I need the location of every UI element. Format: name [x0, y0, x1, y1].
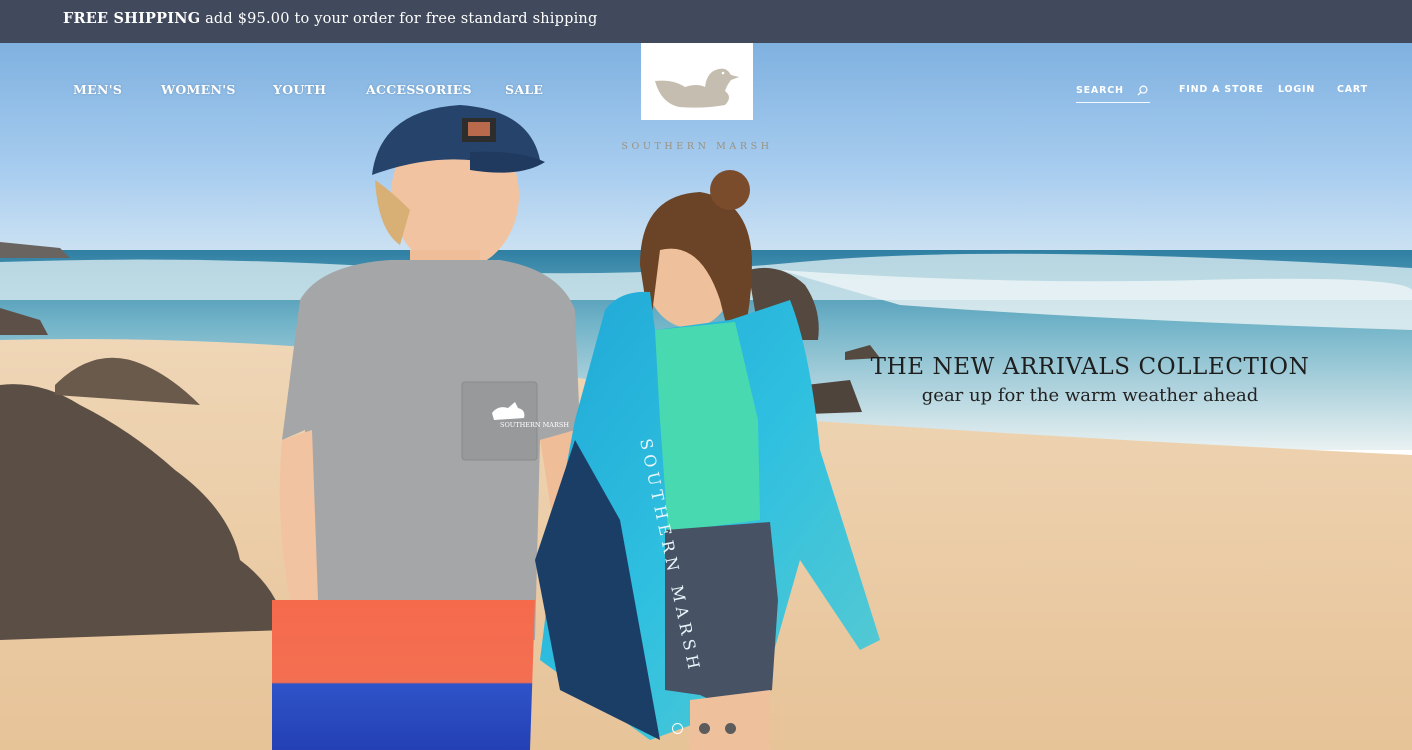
duck-logo-icon [655, 68, 739, 108]
promo-bold: FREE SHIPPING [63, 10, 201, 27]
carousel-dot-1[interactable] [672, 723, 683, 734]
promo-text: FREE SHIPPING add $95.00 to your order f… [63, 10, 597, 27]
nav-youth[interactable]: YOUTH [273, 82, 326, 97]
carousel-dot-3[interactable] [725, 723, 736, 734]
nav-accessories[interactable]: ACCESSORIES [366, 82, 472, 97]
nav-womens[interactable]: WOMEN'S [161, 82, 236, 97]
nav-login[interactable]: LOGIN [1278, 84, 1315, 95]
search-label: SEARCH [1076, 85, 1124, 96]
brand-name: SOUTHERN MARSH [621, 141, 773, 152]
promo-detail: add $95.00 to your order for free standa… [200, 11, 598, 27]
hero-subline: gear up for the warm weather ahead [921, 385, 1259, 406]
search-button[interactable]: SEARCH [1076, 83, 1150, 103]
nav-sale[interactable]: SALE [505, 82, 543, 97]
nav-find-store[interactable]: FIND A STORE [1179, 84, 1264, 95]
carousel-dots [672, 723, 742, 737]
carousel-dot-2[interactable] [699, 723, 710, 734]
promo-bar: FREE SHIPPING add $95.00 to your order f… [0, 0, 1412, 43]
brand-logo[interactable] [641, 43, 753, 120]
towel-text: SOUTHERN MARSH [636, 437, 704, 676]
search-icon [1137, 85, 1148, 96]
hero-headline: THE NEW ARRIVALS COLLECTION [870, 354, 1310, 380]
nav-mens[interactable]: MEN'S [73, 82, 122, 97]
pocket-logo-text: SOUTHERN MARSH [500, 421, 569, 429]
nav-cart[interactable]: CART [1337, 84, 1368, 95]
